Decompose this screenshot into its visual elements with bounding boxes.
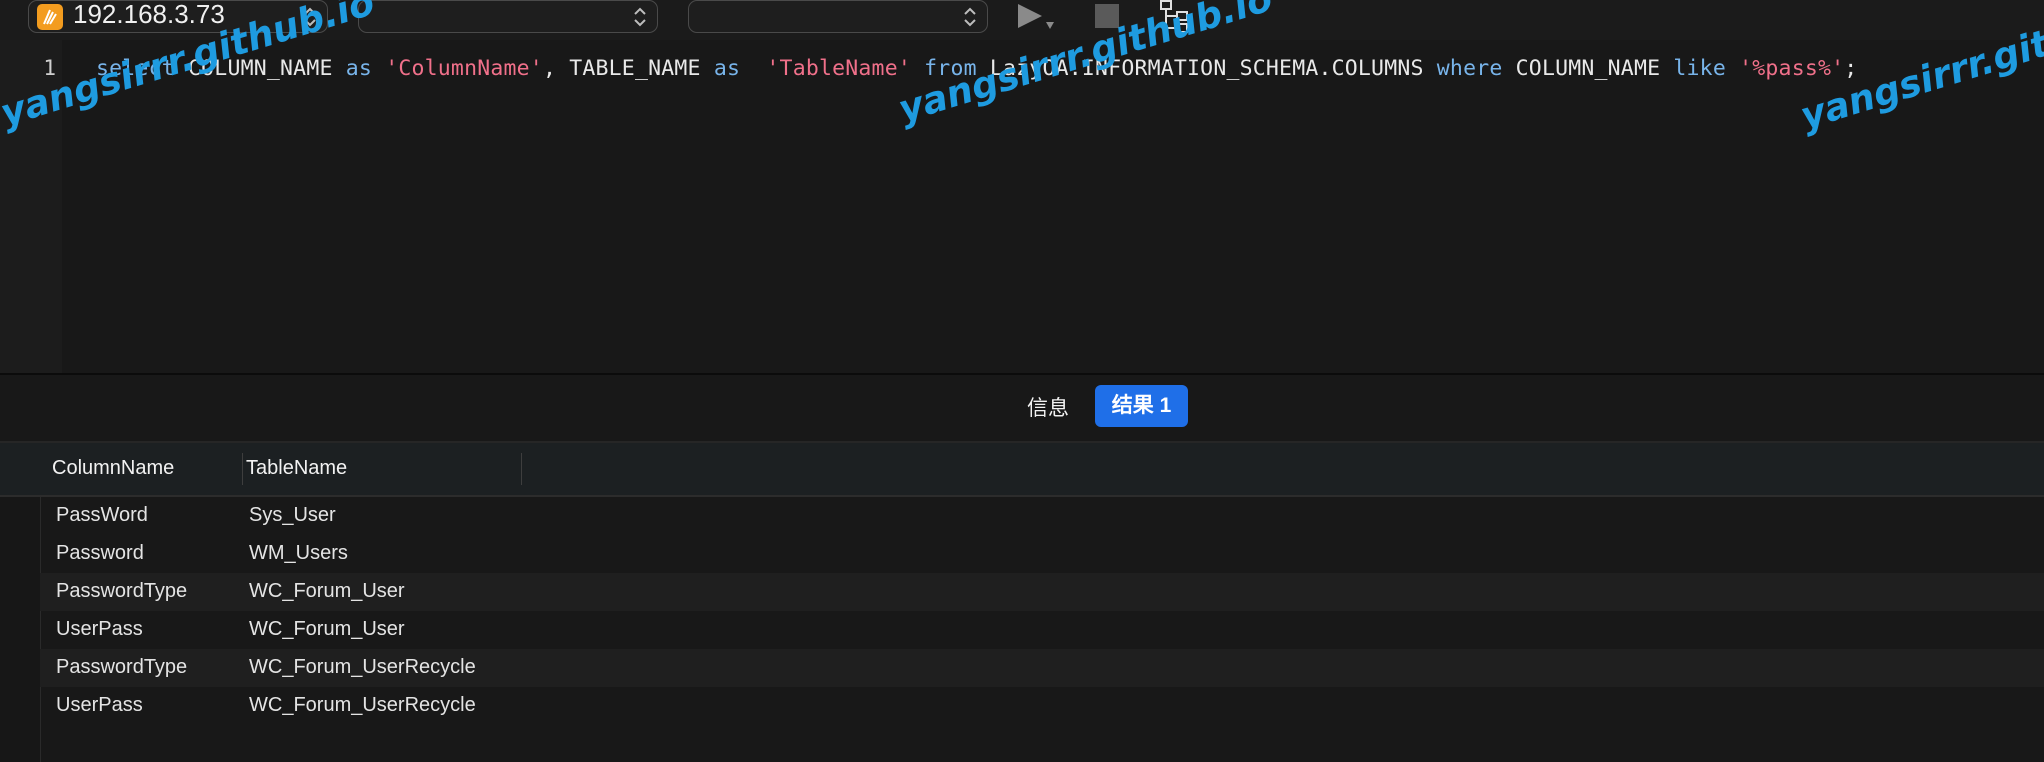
table-row[interactable]: UserPass WC_Forum_UserRecycle: [40, 687, 2044, 725]
sql-keyword: as: [713, 56, 741, 81]
grid-header: ColumnName TableName: [0, 443, 2044, 497]
result-tabs: 信息 结果 1: [0, 375, 2044, 441]
line-number: 1: [43, 56, 56, 80]
sql-string: 'ColumnName': [385, 56, 543, 81]
server-icon: [37, 4, 63, 30]
database-select[interactable]: [358, 0, 658, 33]
column-header-columnname[interactable]: ColumnName: [52, 457, 174, 480]
column-divider[interactable]: [242, 453, 243, 485]
cell-tablename[interactable]: WC_Forum_UserRecycle: [249, 656, 476, 679]
cell-tablename[interactable]: WC_Forum_UserRecycle: [249, 694, 476, 717]
table-row[interactable]: PassWord Sys_User: [40, 497, 2044, 535]
table-row[interactable]: PasswordType WC_Forum_User: [40, 573, 2044, 611]
column-header-tablename[interactable]: TableName: [246, 457, 347, 480]
run-icon[interactable]: [1016, 0, 1060, 36]
sql-keyword: like: [1673, 56, 1726, 81]
column-divider[interactable]: [521, 453, 522, 485]
cell-tablename[interactable]: WC_Forum_User: [249, 618, 405, 641]
table-row[interactable]: Password WM_Users: [40, 535, 2044, 573]
connection-label: 192.168.3.73: [73, 0, 225, 29]
sql-string: '%pass%': [1739, 56, 1845, 81]
cell-columnname[interactable]: UserPass: [56, 694, 143, 717]
chevron-updown-icon: [964, 7, 976, 27]
chevron-updown-icon: [634, 7, 646, 27]
cell-tablename[interactable]: WC_Forum_User: [249, 580, 405, 603]
cell-columnname[interactable]: PasswordType: [56, 656, 187, 679]
sql-text: COLUMN_NAME: [1502, 56, 1674, 81]
cell-columnname[interactable]: PassWord: [56, 504, 148, 527]
cell-columnname[interactable]: UserPass: [56, 618, 143, 641]
cell-tablename[interactable]: Sys_User: [249, 504, 336, 527]
sql-keyword: as: [345, 56, 373, 81]
table-row[interactable]: PasswordType WC_Forum_UserRecycle: [40, 649, 2044, 687]
sql-text: , TABLE_NAME: [542, 56, 714, 81]
schema-select[interactable]: [688, 0, 988, 33]
tab-info[interactable]: 信息: [1027, 392, 1069, 422]
sql-keyword: where: [1436, 56, 1503, 81]
cell-columnname[interactable]: Password: [56, 542, 144, 565]
row-gutter: [0, 497, 41, 762]
cell-tablename[interactable]: WM_Users: [249, 542, 348, 565]
tab-result-1[interactable]: 结果 1: [1095, 385, 1188, 427]
sql-string: 'TableName': [766, 56, 911, 81]
table-row[interactable]: UserPass WC_Forum_User: [40, 611, 2044, 649]
cell-columnname[interactable]: PasswordType: [56, 580, 187, 603]
